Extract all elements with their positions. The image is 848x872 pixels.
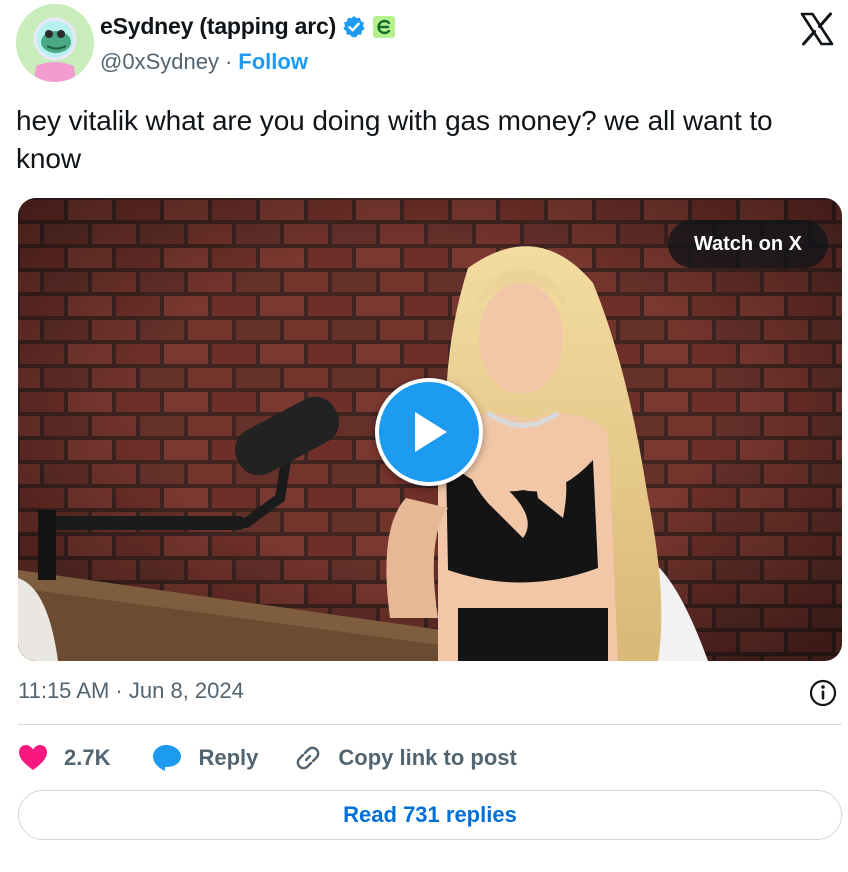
video-player[interactable]: Watch on X [18, 198, 842, 661]
verified-badge-icon [342, 15, 366, 39]
copy-link-label: Copy link to post [338, 745, 517, 770]
follow-button[interactable]: Follow [238, 49, 308, 75]
tweet-header: eSydney (tapping arc) @0xSydney · Follow [16, 4, 836, 86]
avatar[interactable] [16, 4, 94, 82]
like-button[interactable]: 2.7K [18, 744, 110, 772]
tweet-text: hey vitalik what are you doing with gas … [16, 105, 773, 174]
x-logo-icon[interactable] [800, 12, 834, 46]
read-replies-button[interactable]: Read 731 replies [18, 790, 842, 840]
tweet-timestamp[interactable]: 11:15 AM · Jun 8, 2024 [18, 678, 244, 704]
heart-icon [19, 745, 47, 770]
reply-label: Reply [198, 745, 259, 770]
affiliate-badge-icon [372, 15, 396, 39]
handle[interactable]: @0xSydney [100, 49, 219, 75]
display-name[interactable]: eSydney (tapping arc) [100, 13, 336, 40]
link-icon [297, 746, 320, 770]
play-icon [415, 412, 447, 452]
action-bar: 2.7K Reply Copy link to post [18, 740, 517, 776]
name-row: eSydney (tapping arc) [100, 13, 396, 40]
divider [18, 724, 842, 725]
watch-on-x-button[interactable]: Watch on X [667, 220, 828, 268]
handle-row: @0xSydney · Follow [100, 49, 308, 75]
separator: · [224, 49, 233, 74]
reply-button[interactable]: Reply [152, 744, 258, 772]
speech-bubble-icon [153, 745, 182, 771]
copy-link-button[interactable]: Copy link to post [294, 744, 517, 772]
info-icon[interactable] [808, 678, 838, 708]
like-count: 2.7K [64, 745, 111, 770]
play-button[interactable] [375, 378, 483, 486]
frog-avatar-icon [16, 4, 94, 82]
